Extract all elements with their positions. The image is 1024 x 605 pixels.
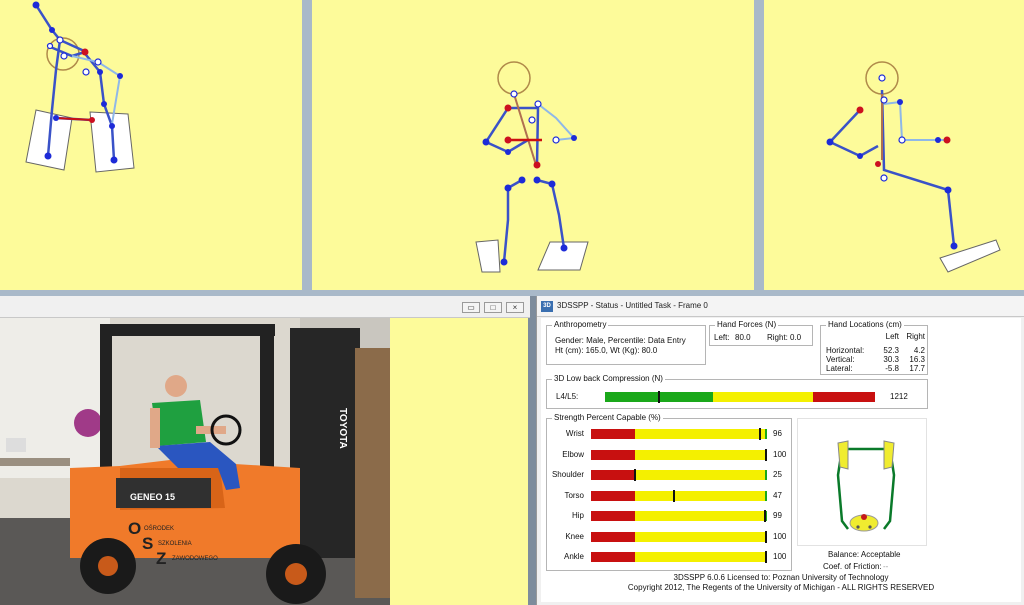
strength-row-value: 99 bbox=[773, 511, 782, 520]
strength-row-label: Hip bbox=[571, 511, 584, 520]
strength-row-value: 96 bbox=[773, 429, 782, 438]
side-text-3: ZAWODOWEGO bbox=[172, 556, 218, 562]
strength-row-bar bbox=[591, 448, 767, 461]
top-view-pane[interactable] bbox=[764, 0, 1024, 290]
app-icon: 3D bbox=[541, 301, 553, 312]
strength-group: Strength Percent Capable (%) Wrist 96 Elbo… bbox=[546, 413, 792, 571]
strength-row-marker bbox=[764, 530, 767, 543]
strength-row-bar bbox=[591, 469, 767, 481]
strength-row-bar bbox=[591, 428, 767, 440]
side-initial-o: O bbox=[128, 519, 141, 538]
strength-row-marker bbox=[672, 489, 675, 502]
skeleton-front-view bbox=[475, 61, 589, 273]
license-text: 3DSSPP 6.0.6 Licensed to: Poznan Univers… bbox=[673, 573, 889, 582]
strength-row-label: Ankle bbox=[563, 552, 584, 561]
strength-row-marker bbox=[764, 510, 767, 522]
strength-caption: Strength Percent Capable (%) bbox=[552, 413, 663, 423]
maximize-button[interactable]: □ bbox=[484, 302, 502, 313]
strength-row-value: 25 bbox=[773, 470, 782, 479]
hand-force-left-value: 80.0 bbox=[735, 333, 751, 342]
strength-row-bar bbox=[591, 510, 767, 522]
strength-row-marker bbox=[634, 469, 636, 481]
hand-force-left-label: Left: bbox=[714, 333, 730, 342]
hand-loc-row-right: 17.7 bbox=[909, 364, 925, 373]
hand-loc-row-label: Lateral: bbox=[826, 364, 853, 373]
status-window: 3D 3DSSPP - Status - Untitled Task - Fra… bbox=[536, 296, 1024, 605]
balance-foot-diagram bbox=[836, 440, 896, 532]
side-view-pane[interactable] bbox=[0, 0, 302, 290]
skeleton-top-view bbox=[826, 61, 1001, 273]
status-content: Anthropometry Gender: Male, Percentile: … bbox=[541, 318, 1021, 602]
hand-forces-caption: Hand Forces (N) bbox=[715, 320, 779, 330]
balance-status: Balance: Acceptable bbox=[828, 550, 901, 559]
side-initial-s: S bbox=[142, 534, 153, 553]
minimize-button[interactable]: ▭ bbox=[462, 302, 480, 313]
hand-locations-group: Hand Locations (cm) Left Right Horizonta… bbox=[820, 320, 928, 375]
strength-row-bar bbox=[591, 551, 767, 563]
close-button[interactable]: × bbox=[506, 302, 524, 313]
low-back-marker bbox=[658, 391, 660, 403]
strength-row-label: Wrist bbox=[565, 429, 584, 438]
strength-row-bar bbox=[591, 530, 767, 543]
skeleton-side-view bbox=[25, 1, 135, 173]
strength-row-label: Knee bbox=[565, 531, 584, 541]
strength-row-label: Elbow bbox=[562, 449, 584, 459]
anthropometry-line2: Ht (cm): 165.0, Wt (Kg): 80.0 bbox=[555, 346, 658, 355]
strength-row-marker bbox=[764, 551, 767, 563]
status-window-titlebar[interactable]: 3D 3DSSPP - Status - Untitled Task - Fra… bbox=[537, 296, 1024, 317]
forklift-photo: TOYOTA GENEO 15 O S Z OŚRODEK SZKOLENIA … bbox=[0, 318, 390, 605]
mast-brand-text: TOYOTA bbox=[337, 408, 348, 449]
copyright-text: Copyright 2012, The Regents of the Unive… bbox=[627, 583, 935, 592]
low-back-bar bbox=[605, 391, 875, 403]
hand-loc-row-left: -5.8 bbox=[885, 364, 899, 373]
strength-row-label: Shoulder bbox=[551, 470, 584, 479]
side-text-2: SZKOLENIA bbox=[158, 541, 192, 547]
anthropometry-caption: Anthropometry bbox=[552, 320, 609, 330]
hand-forces-group: Hand Forces (N) Left: 80.0 Right: 0.0 bbox=[709, 320, 813, 346]
strength-row-bar bbox=[591, 489, 767, 502]
strength-row-value: 100 bbox=[773, 552, 787, 561]
low-back-value: 1212 bbox=[890, 392, 908, 401]
side-initial-z: Z bbox=[156, 549, 166, 568]
friction-label: Coef. of Friction: bbox=[823, 562, 882, 571]
strength-row-value: 47 bbox=[773, 490, 782, 500]
low-back-group: 3D Low back Compression (N) L4/L5: 1212 bbox=[546, 374, 928, 409]
strength-row-marker bbox=[758, 428, 761, 440]
model-window-titlebar[interactable]: ▭ □ × bbox=[0, 296, 530, 318]
hand-locations-col-right: Right bbox=[906, 332, 925, 341]
strength-row-value: 100 bbox=[773, 531, 787, 541]
hand-locations-col-left: Left bbox=[885, 332, 899, 341]
strength-row-marker bbox=[764, 448, 767, 461]
forklift-model-text: GENEO 15 bbox=[130, 492, 175, 502]
friction-value: -- bbox=[883, 562, 889, 571]
strength-row-value: 100 bbox=[773, 449, 787, 459]
hand-force-right-value: 0.0 bbox=[790, 333, 802, 342]
hand-force-right-label: Right: bbox=[767, 333, 788, 342]
front-view-pane[interactable] bbox=[312, 0, 754, 290]
hand-locations-caption: Hand Locations (cm) bbox=[826, 320, 904, 330]
side-text-1: OŚRODEK bbox=[144, 524, 174, 532]
status-window-title: 3DSSPP - Status - Untitled Task - Frame … bbox=[557, 301, 708, 310]
model-view-pane[interactable] bbox=[390, 318, 528, 605]
anthropometry-line1: Gender: Male, Percentile: Data Entry bbox=[555, 336, 686, 345]
low-back-caption: 3D Low back Compression (N) bbox=[552, 374, 665, 384]
balance-diagram bbox=[797, 418, 927, 546]
strength-row-label: Torso bbox=[564, 490, 584, 500]
low-back-label: L4/L5: bbox=[556, 392, 579, 401]
anthropometry-group: Anthropometry Gender: Male, Percentile: … bbox=[546, 320, 706, 365]
